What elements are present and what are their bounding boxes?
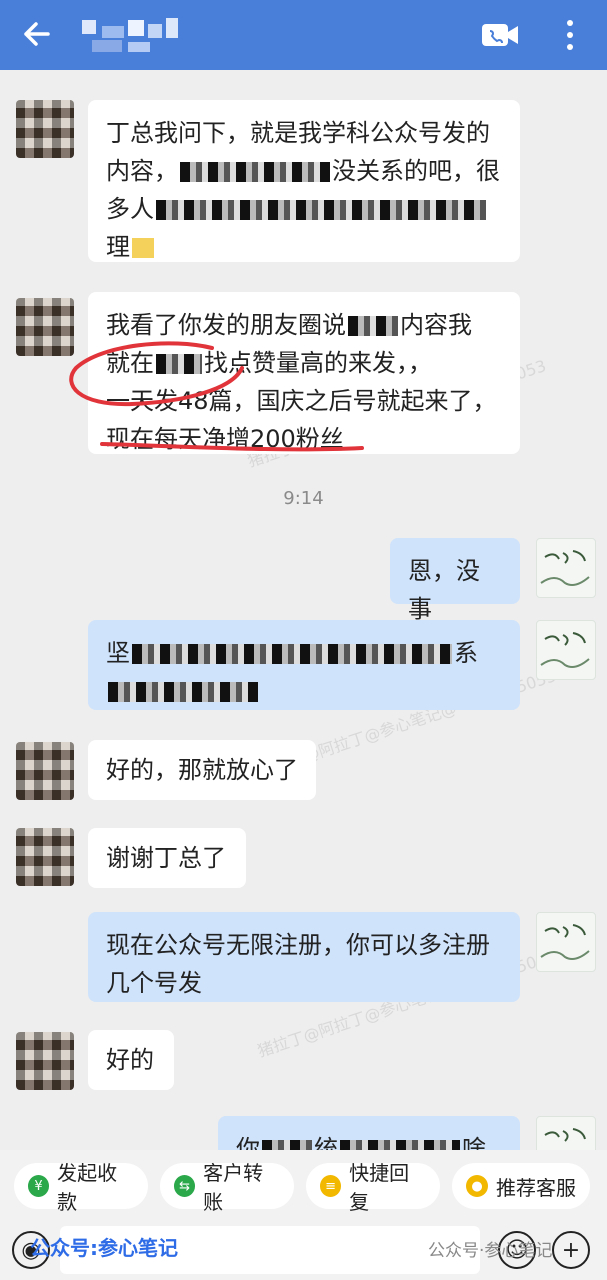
message-text: 恩，没事 xyxy=(408,557,480,623)
watermark-label: 公众号:参心笔记 xyxy=(30,1236,178,1260)
yen-icon: ¥ xyxy=(28,1175,50,1197)
watermark-label: 公众号·参心笔记 xyxy=(428,1241,553,1261)
red-annotation-underline xyxy=(100,442,364,452)
plus-icon[interactable]: + xyxy=(552,1231,590,1269)
quick-reply-chip-service[interactable]: ● 推荐客服 xyxy=(452,1163,590,1209)
message-bubble[interactable]: 好的，那就放心了 xyxy=(88,740,316,800)
message-text: 你统啥 xyxy=(236,1130,502,1150)
chat-area[interactable]: 猪拉丁@阿拉丁@参心笔记@一条鸿鹄5053 猪拉丁@阿拉丁@参心笔记@一条鸿鹄5… xyxy=(0,70,607,1150)
calligraphy-avatar-icon xyxy=(540,550,590,586)
calligraphy-avatar-icon xyxy=(540,632,590,668)
timestamp: 9:14 xyxy=(283,488,324,509)
service-icon: ● xyxy=(466,1175,488,1197)
message-bubble[interactable]: 好的 xyxy=(88,1030,174,1090)
transfer-icon: ⇆ xyxy=(174,1175,196,1197)
my-avatar[interactable] xyxy=(536,620,596,680)
message-bubble[interactable]: 恩，没事 xyxy=(390,538,520,623)
quick-reply-chip-transfer[interactable]: ⇆ 客户转账 xyxy=(160,1161,294,1214)
message-bubble[interactable]: 现在公众号无限注册，你可以多注册 几个号发 xyxy=(88,912,520,1002)
contact-avatar[interactable] xyxy=(16,1032,74,1090)
chip-label: 发起收款 xyxy=(57,1161,118,1214)
message-text: 好的，那就放心了 xyxy=(106,756,298,784)
quick-reply-icon: ≡ xyxy=(320,1175,342,1197)
quick-reply-bar: ¥ 发起收款 ⇆ 客户转账 ≡ 快捷回复 ● 推荐客服 xyxy=(0,1150,607,1222)
my-avatar[interactable] xyxy=(536,1116,596,1150)
calligraphy-avatar-icon xyxy=(544,1128,586,1142)
my-avatar[interactable] xyxy=(536,538,596,598)
arrow-left-icon[interactable] xyxy=(18,14,58,54)
message-text: 坚系 xyxy=(106,634,502,710)
message-text: 丁总我问下，就是我学科公众号发的 内容， 没关系的吧，很 多人 理 xyxy=(106,119,500,261)
chip-label: 快捷回复 xyxy=(349,1161,410,1214)
my-avatar[interactable] xyxy=(536,912,596,972)
contact-avatar[interactable] xyxy=(16,828,74,886)
message-bubble[interactable]: 坚系 xyxy=(88,620,520,710)
contact-avatar[interactable] xyxy=(16,100,74,158)
chat-header xyxy=(0,0,607,70)
message-bubble[interactable]: 谢谢丁总了 xyxy=(88,828,246,888)
calligraphy-avatar-icon xyxy=(540,924,590,960)
chip-label: 推荐客服 xyxy=(496,1175,576,1200)
message-bubble[interactable]: 丁总我问下，就是我学科公众号发的 内容， 没关系的吧，很 多人 理 xyxy=(88,100,520,262)
message-bubble[interactable]: 你统啥 xyxy=(218,1116,520,1150)
message-text: 现在公众号无限注册，你可以多注册 几个号发 xyxy=(106,931,490,997)
video-call-icon[interactable] xyxy=(480,18,520,52)
more-vertical-icon[interactable] xyxy=(560,18,580,52)
contact-avatar[interactable] xyxy=(16,742,74,800)
chip-label: 客户转账 xyxy=(203,1161,264,1214)
quick-reply-chip-payment[interactable]: ¥ 发起收款 xyxy=(14,1161,148,1214)
red-annotation-circle xyxy=(69,341,244,407)
contact-name-blurred xyxy=(82,18,178,52)
message-text: 好的 xyxy=(106,1046,154,1074)
quick-reply-chip-quick[interactable]: ≡ 快捷回复 xyxy=(306,1161,440,1214)
message-text: 谢谢丁总了 xyxy=(106,844,226,872)
